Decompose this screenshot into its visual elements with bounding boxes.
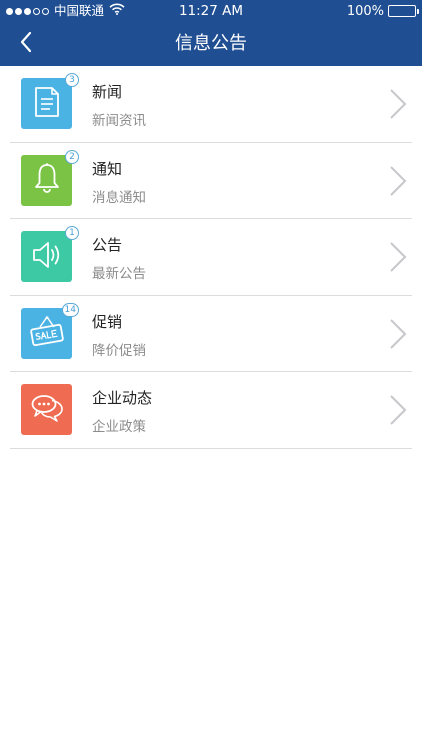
announcement-list: 3 新闻 新闻资讯 2 通知 消息通知 1 公告 最新公告 14 促销 降价促销…: [0, 66, 422, 449]
status-right: 100%: [346, 3, 419, 19]
item-subtitle: 新闻资讯: [92, 113, 146, 129]
list-item-notice[interactable]: 2 通知 消息通知: [0, 143, 422, 219]
screen: 中国联通 11:27 AM 100% 信息公告 3 新闻 新闻资讯 2 通知 消…: [0, 0, 422, 750]
status-bar: 中国联通 11:27 AM 100%: [0, 0, 422, 22]
item-subtitle: 最新公告: [92, 266, 146, 282]
notice-icon-tile: 2: [21, 149, 79, 206]
chevron-right-icon: [390, 89, 407, 119]
list-item-announcement[interactable]: 1 公告 最新公告: [0, 219, 422, 296]
header: 中国联通 11:27 AM 100% 信息公告: [0, 0, 422, 66]
announcement-icon-tile: 1: [21, 226, 79, 282]
company-dynamics-icon-tile: [21, 384, 72, 435]
battery-percentage: 100%: [346, 3, 384, 19]
unread-badge: 2: [65, 149, 79, 164]
page-title: 信息公告: [175, 33, 247, 54]
chat-bubbles-icon: [30, 393, 64, 427]
unread-badge: 1: [65, 226, 79, 240]
item-title: 促销: [92, 312, 123, 331]
bell-icon: [32, 162, 62, 198]
item-title: 新闻: [92, 83, 123, 101]
document-icon: [32, 86, 62, 122]
sale-sign-icon: [29, 315, 65, 351]
item-title: 通知: [92, 159, 123, 178]
unread-badge: 3: [65, 73, 79, 87]
item-subtitle: 消息通知: [92, 189, 146, 206]
list-item-promotion[interactable]: 14 促销 降价促销: [0, 296, 422, 372]
list-item-company-dynamics[interactable]: 企业动态 企业政策: [0, 372, 422, 449]
unread-badge: 14: [61, 302, 79, 317]
item-subtitle: 企业政策: [92, 419, 146, 435]
speaker-icon: [31, 240, 63, 274]
nav-bar: 信息公告: [0, 22, 422, 66]
chevron-right-icon: [390, 395, 407, 425]
promotion-icon-tile: 14: [21, 302, 79, 359]
item-title: 公告: [92, 236, 123, 254]
chevron-right-icon: [390, 165, 407, 196]
divider: [10, 447, 412, 449]
item-title: 企业动态: [92, 389, 153, 407]
news-icon-tile: 3: [21, 73, 79, 129]
item-subtitle: 降价促销: [92, 342, 146, 359]
chevron-right-icon: [390, 242, 407, 272]
chevron-right-icon: [390, 318, 407, 349]
battery-icon: [388, 5, 419, 17]
list-item-news[interactable]: 3 新闻 新闻资讯: [0, 66, 422, 143]
